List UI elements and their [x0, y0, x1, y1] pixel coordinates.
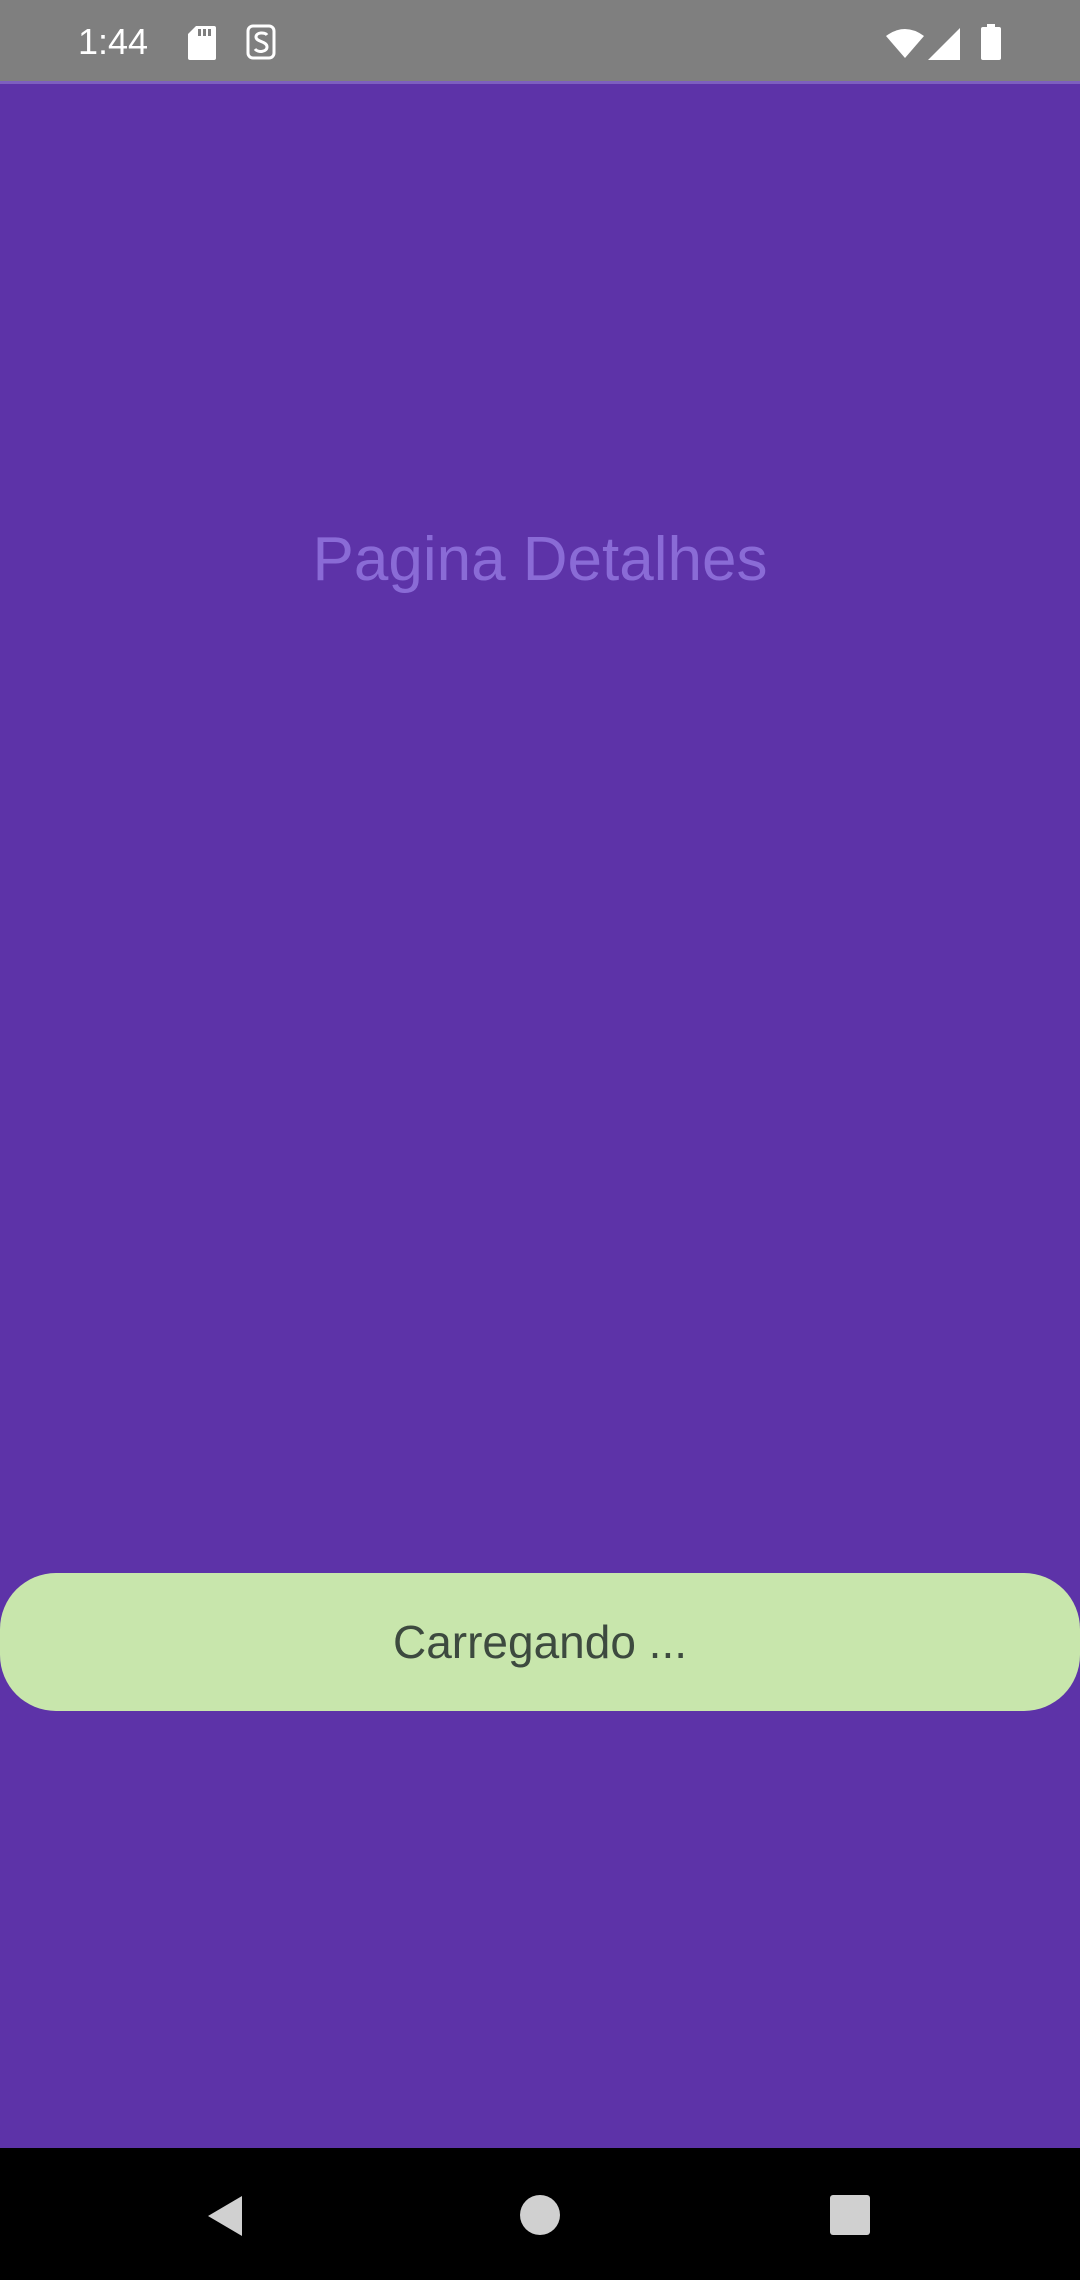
status-bar: 1:44 [0, 0, 1080, 84]
sd-card-icon [188, 26, 216, 60]
page-title: Pagina Detalhes [312, 525, 768, 594]
snackbar-message: Carregando ... [392, 1616, 688, 1668]
recents-icon[interactable] [829, 2194, 871, 2236]
battery-icon [981, 24, 1001, 60]
wifi-icon [886, 29, 924, 58]
loading-snackbar: Carregando ... [0, 1573, 1080, 1711]
cell-signal-icon [928, 28, 960, 60]
details-page: Pagina Detalhes Carregando ... [0, 84, 1080, 2148]
home-icon[interactable] [519, 2194, 561, 2236]
s-notification-icon [246, 24, 276, 60]
screen: 1:44 Pagina Detalhes Carregando ... [0, 0, 1080, 2280]
status-time: 1:44 [78, 21, 149, 62]
navigation-bar [0, 2148, 1080, 2280]
back-icon[interactable] [204, 2194, 246, 2238]
